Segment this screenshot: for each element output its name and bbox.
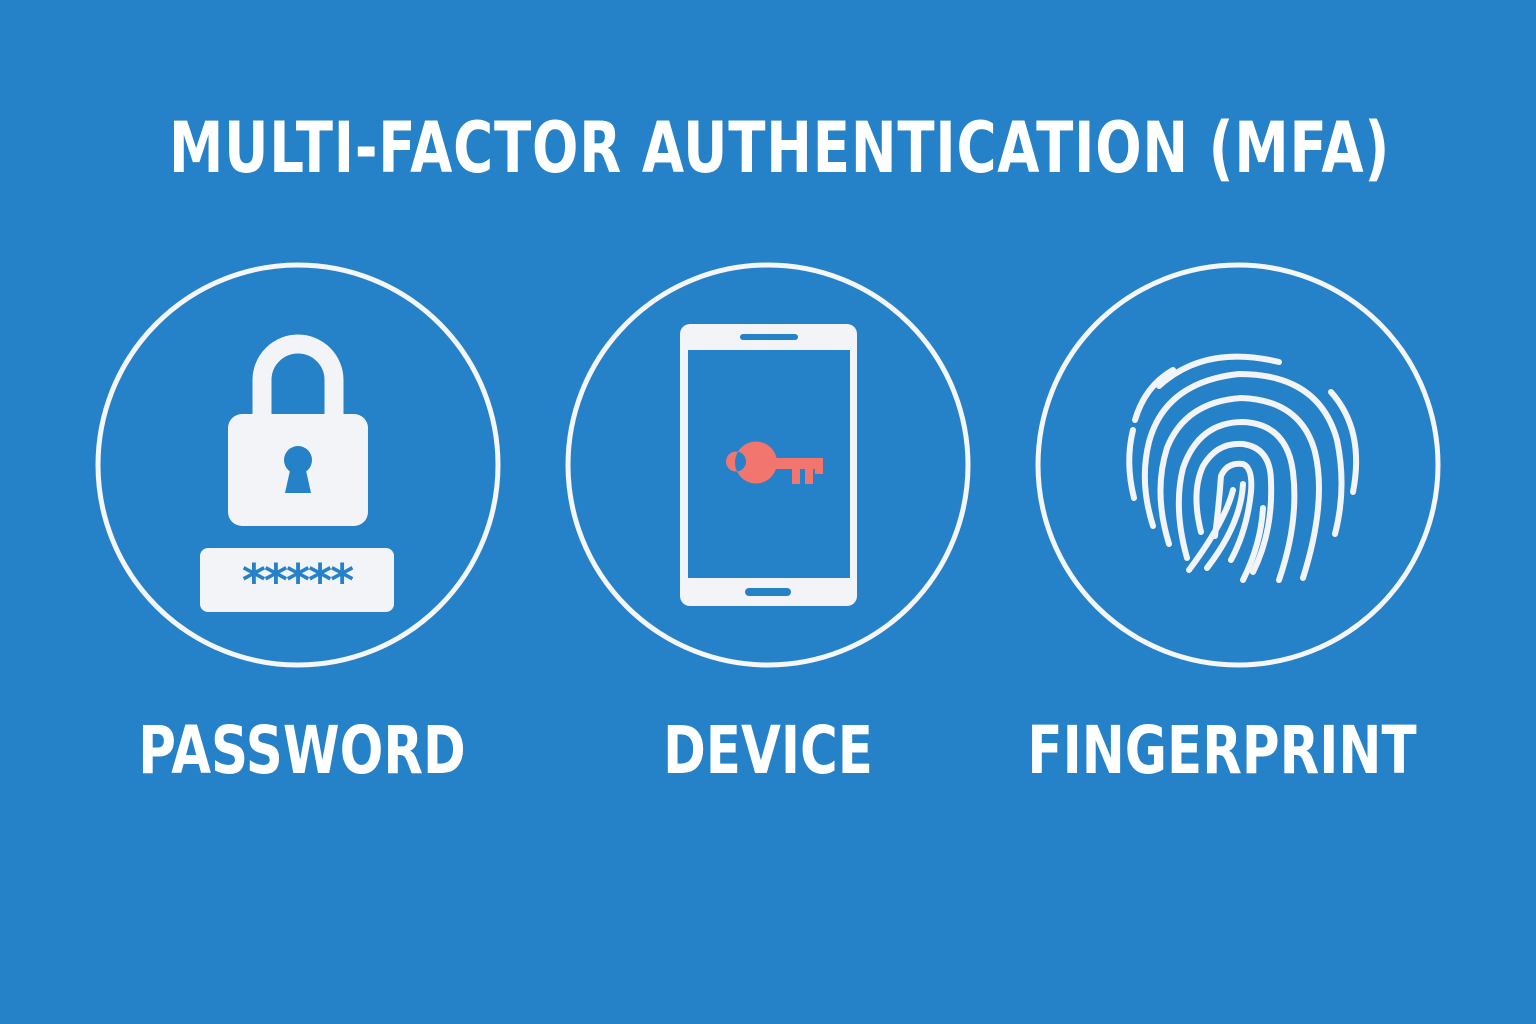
page-title: MULTI-FACTOR AUTHENTICATION (MFA) [168,107,1391,189]
password-factor: ***** [95,262,501,668]
device-label: DEVICE [663,712,873,789]
password-field-icon: ***** [200,548,394,612]
fingerprint-icon [1035,262,1441,668]
device-factor [565,262,971,668]
smartphone-key-icon [565,262,971,668]
svg-text:*****: ***** [242,554,354,608]
padlock-icon: ***** [95,262,501,668]
password-label: PASSWORD [138,712,466,789]
fingerprint-label: FINGERPRINT [1027,712,1417,789]
fingerprint-factor [1035,262,1441,668]
